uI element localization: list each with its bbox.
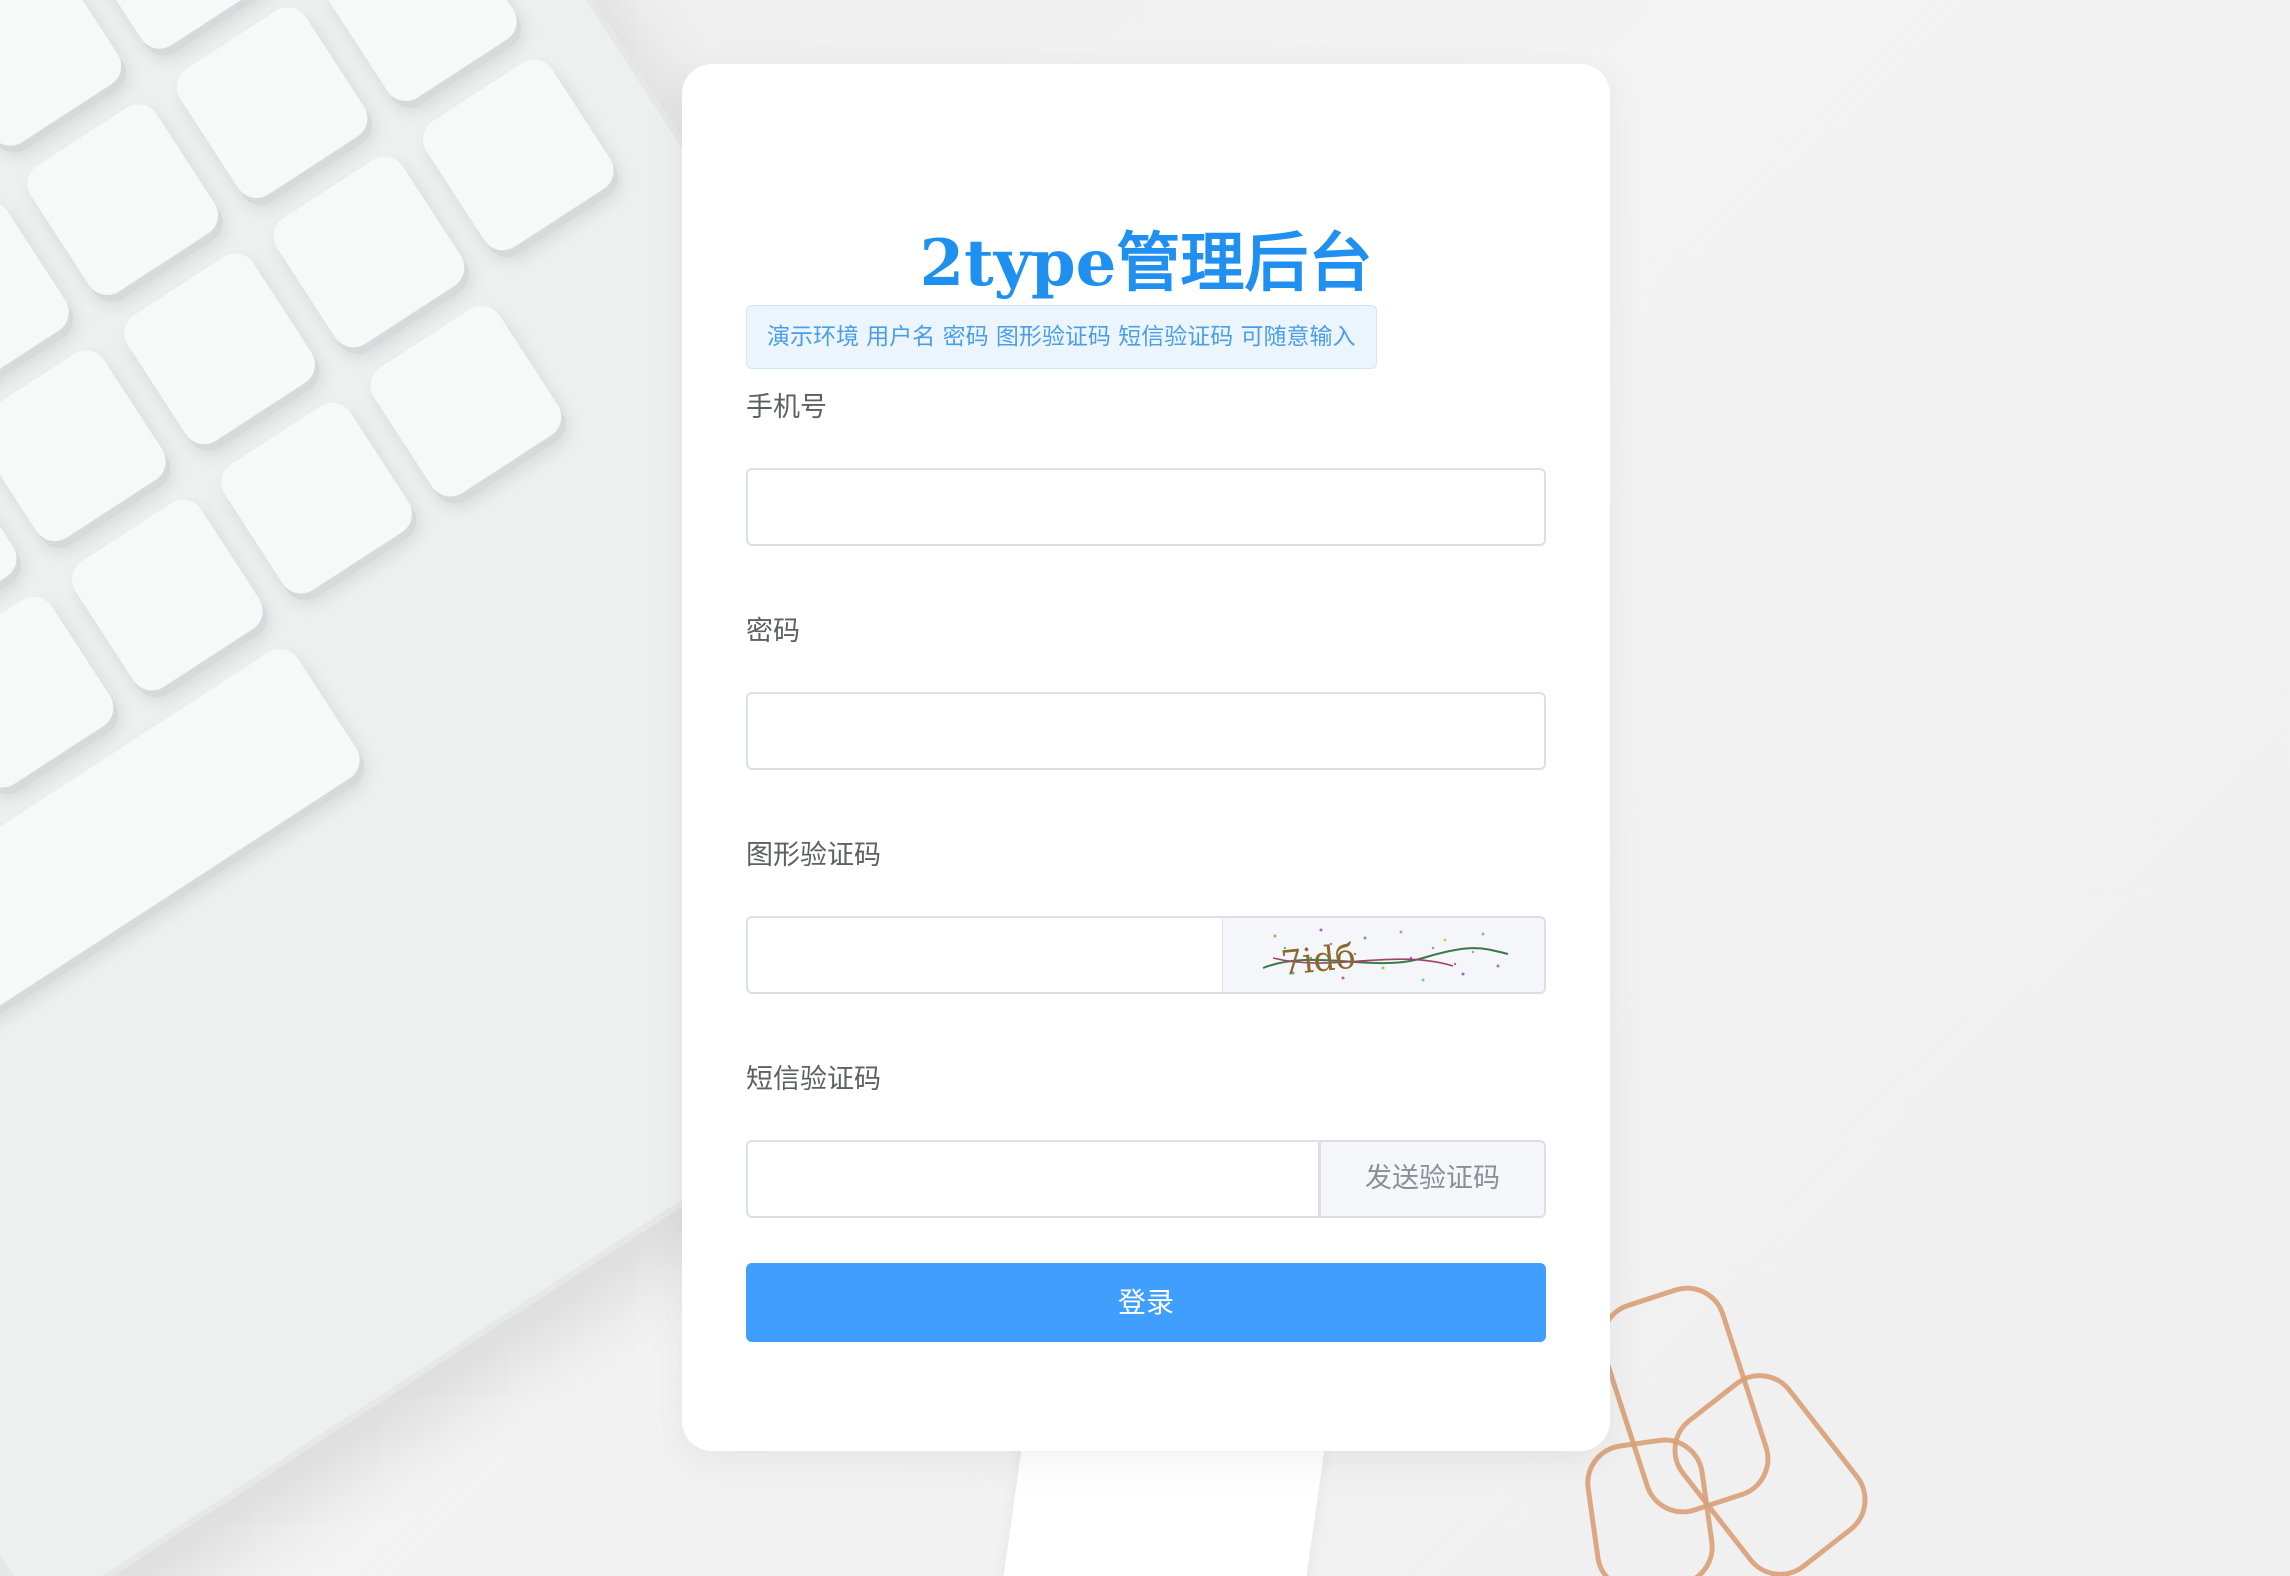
demo-notice: 演示环境 用户名 密码 图形验证码 短信验证码 可随意输入 (746, 305, 1377, 369)
phone-input[interactable] (746, 468, 1546, 546)
login-card: 2type管理后台 演示环境 用户名 密码 图形验证码 短信验证码 可随意输入 … (682, 64, 1610, 1451)
keyboard-key (414, 51, 623, 259)
login-button[interactable]: 登录 (746, 1263, 1546, 1342)
phone-label: 手机号 (746, 392, 827, 423)
password-input[interactable] (746, 692, 1546, 770)
send-sms-code-button[interactable]: 发送验证码 (1319, 1140, 1546, 1218)
svg-text:7idб: 7idб (1279, 937, 1358, 985)
captcha-image[interactable]: 7idб (1223, 916, 1546, 994)
keyboard-key (265, 148, 473, 356)
keyboard-key (212, 394, 421, 602)
keyboard-key (168, 0, 376, 207)
password-label: 密码 (746, 616, 800, 647)
sms-code-label: 短信验证码 (746, 1064, 881, 1095)
sms-code-input[interactable] (746, 1140, 1320, 1218)
page-title: 2type管理后台 (919, 226, 1373, 301)
keyboard-key (115, 245, 324, 453)
captcha-input[interactable] (746, 916, 1224, 994)
keyboard-key (63, 491, 272, 699)
keyboard-key (19, 95, 227, 304)
keyboard-key (362, 297, 570, 505)
captcha-image-icon: 7idб (1262, 928, 1509, 985)
captcha-label: 图形验证码 (746, 840, 881, 871)
